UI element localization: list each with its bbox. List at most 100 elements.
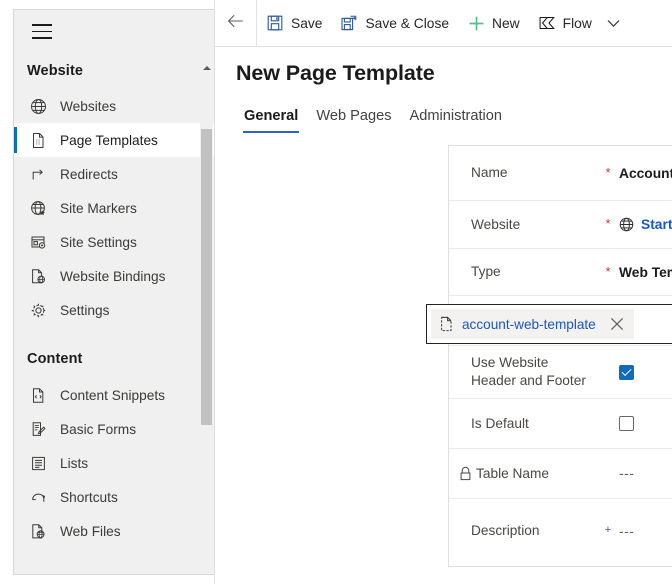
required-marker-cell: *	[597, 266, 619, 279]
code-file-icon	[27, 385, 49, 405]
globe-icon	[619, 217, 634, 232]
tab-administration[interactable]: Administration	[401, 104, 511, 133]
required-asterisk: *	[605, 217, 610, 230]
flow-button-label: Flow	[563, 16, 592, 31]
is-default-checkbox[interactable]	[619, 416, 634, 431]
field-row-description: Description + ---	[449, 499, 672, 563]
optional-marker-cell: +	[597, 526, 619, 537]
plus-icon	[467, 14, 485, 32]
save-icon	[266, 14, 284, 32]
sidebar-item-site-settings[interactable]: Site Settings	[14, 225, 214, 259]
shortcut-icon	[27, 487, 49, 507]
field-value-cell	[619, 416, 672, 431]
field-value-cell[interactable]: Account Data Snippet	[619, 166, 672, 181]
sidebar-scrollbar[interactable]	[200, 55, 213, 575]
sidebar-item-web-files[interactable]: Web Files	[14, 514, 214, 548]
sidebar: Website Websites Page Templates Redirect…	[13, 9, 214, 575]
field-label-cell: Use Website Header and Footer	[449, 354, 597, 390]
field-label-cell: Website	[449, 216, 597, 234]
sidebar-item-label: Website Bindings	[60, 269, 166, 284]
field-label-cell: Name	[449, 164, 597, 182]
sidebar-item-content-snippets[interactable]: Content Snippets	[14, 378, 214, 412]
recommended-plus-marker: +	[605, 525, 611, 536]
save-button[interactable]: Save	[257, 0, 331, 46]
sidebar-item-basic-forms[interactable]: Basic Forms	[14, 412, 214, 446]
type-value: Web Template	[619, 265, 672, 280]
sidebar-item-website-bindings[interactable]: Website Bindings	[14, 259, 214, 293]
sidebar-item-websites[interactable]: Websites	[14, 89, 214, 123]
field-label: Type	[471, 263, 501, 281]
app-window: Website Websites Page Templates Redirect…	[0, 0, 672, 584]
field-value-cell[interactable]: ---	[619, 524, 672, 539]
back-button[interactable]	[215, 0, 257, 46]
hamburger-bar	[32, 24, 52, 26]
command-bar: Save Save & Close New Flow	[215, 0, 672, 47]
sidebar-item-label: Content Snippets	[60, 388, 165, 403]
save-and-close-button[interactable]: Save & Close	[331, 0, 458, 46]
sidebar-item-label: Websites	[60, 99, 116, 114]
sidebar-item-label: Redirects	[60, 167, 118, 182]
sidebar-item-label: Site Markers	[60, 201, 137, 216]
website-binding-icon	[27, 266, 49, 286]
description-value: ---	[619, 524, 634, 539]
sidebar-group-title-website: Website	[14, 63, 214, 79]
field-label: Name	[471, 164, 508, 182]
save-and-close-icon	[340, 14, 358, 32]
site-settings-icon	[27, 232, 49, 252]
table-name-value: ---	[619, 466, 634, 481]
field-label-cell: Description	[449, 522, 597, 540]
flow-button[interactable]: Flow	[529, 0, 601, 46]
required-marker-cell: *	[597, 167, 619, 180]
field-label: Is Default	[471, 415, 529, 433]
required-asterisk: *	[605, 166, 610, 179]
field-label: Use Website Header and Footer	[471, 354, 597, 390]
field-row-website: Website * Starter Portal	[449, 201, 672, 249]
list-icon	[27, 453, 49, 473]
sidebar-item-label: Lists	[60, 456, 88, 471]
lookup-selected-chip[interactable]: account-web-template	[431, 309, 634, 339]
new-button[interactable]: New	[458, 0, 529, 46]
file-icon	[439, 316, 454, 332]
sidebar-group-title-content: Content	[14, 351, 214, 367]
required-marker-cell: *	[597, 218, 619, 231]
globe-star-icon	[27, 198, 49, 218]
sidebar-item-settings[interactable]: Settings	[14, 293, 214, 327]
sidebar-item-redirects[interactable]: Redirects	[14, 157, 214, 191]
name-value: Account Data Snippet	[619, 166, 672, 181]
tab-general[interactable]: General	[235, 104, 307, 133]
website-value-link[interactable]: Starter Portal	[641, 217, 672, 232]
use-website-header-footer-checkbox[interactable]	[619, 365, 634, 380]
field-label-cell: Type	[449, 263, 597, 281]
lock-icon	[459, 466, 472, 481]
web-template-lookup-input[interactable]: account-web-template	[426, 304, 672, 344]
save-and-close-button-label: Save & Close	[365, 16, 449, 31]
scrollbar-thumb[interactable]	[201, 129, 212, 425]
field-value-cell[interactable]: Starter Portal	[619, 217, 672, 232]
overflow-chevron-down-icon[interactable]	[601, 0, 627, 46]
field-label-cell: Table Name	[449, 465, 597, 483]
sidebar-item-page-templates[interactable]: Page Templates	[14, 123, 214, 157]
lookup-chip-label: account-web-template	[462, 317, 596, 332]
sidebar-item-label: Site Settings	[60, 235, 137, 250]
hamburger-menu-icon[interactable]	[32, 24, 56, 46]
main-content: Save Save & Close New Flow	[214, 0, 672, 584]
tab-web-pages[interactable]: Web Pages	[307, 104, 400, 133]
sidebar-item-shortcuts[interactable]: Shortcuts	[14, 480, 214, 514]
scroll-up-arrow-icon[interactable]	[200, 61, 213, 74]
sidebar-item-lists[interactable]: Lists	[14, 446, 214, 480]
sidebar-item-label: Shortcuts	[60, 490, 118, 505]
flow-icon	[538, 14, 556, 32]
field-label: Website	[471, 216, 520, 234]
back-arrow-icon	[227, 14, 244, 33]
field-value-cell[interactable]: Web Template	[619, 265, 672, 280]
page-template-icon	[27, 130, 49, 150]
new-button-label: New	[492, 16, 520, 31]
hamburger-bar	[32, 31, 52, 33]
close-icon[interactable]	[604, 310, 630, 338]
sidebar-item-site-markers[interactable]: Site Markers	[14, 191, 214, 225]
page-title: New Page Template	[236, 61, 435, 86]
sidebar-item-label: Settings	[60, 303, 109, 318]
field-row-is-default: Is Default	[449, 399, 672, 449]
form-card: Name * Account Data Snippet Website *	[448, 145, 672, 567]
field-value-cell: ---	[619, 466, 672, 481]
